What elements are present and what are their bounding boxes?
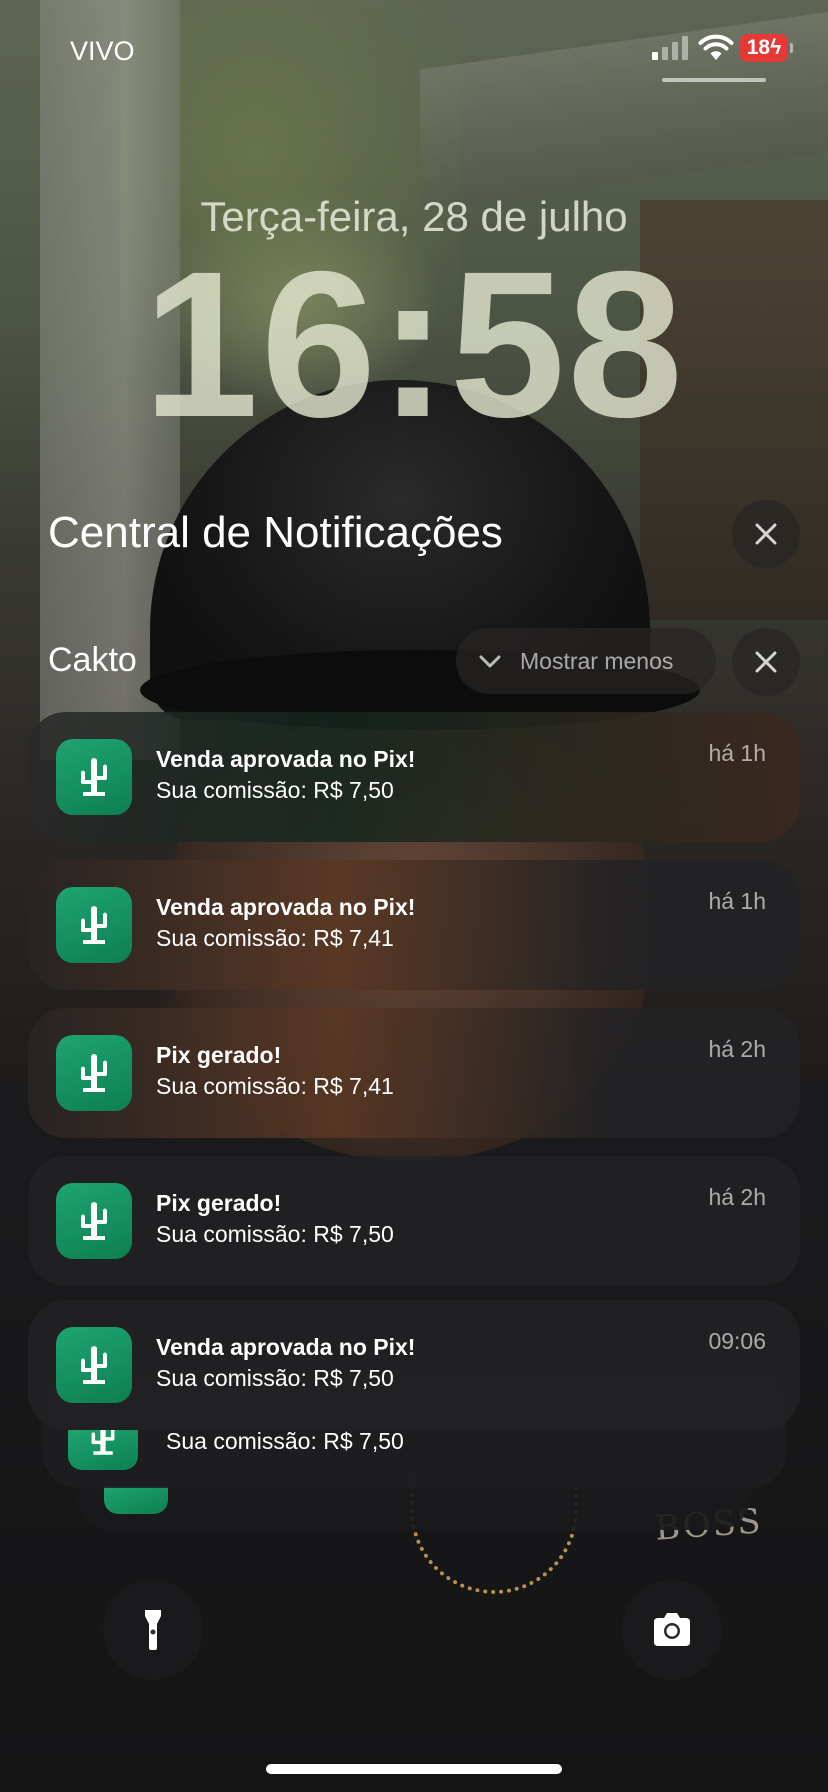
group-app-name: Cakto xyxy=(48,641,137,679)
show-less-button[interactable]: Mostrar menos xyxy=(456,628,716,694)
notification-center-title: Central de Notificações xyxy=(48,508,503,557)
notification-card[interactable]: Venda aprovada no Pix! Sua comissão: R$ 7… xyxy=(28,712,800,842)
close-icon xyxy=(755,523,777,545)
notification-body: Sua comissão: R$ 7,50 xyxy=(156,1365,394,1391)
cactus-icon xyxy=(56,1327,132,1403)
notification-card[interactable]: Pix gerado! Sua comissão: R$ 7,50 há 2h xyxy=(28,1156,800,1286)
notification-body: Sua comissão: R$ 7,50 xyxy=(166,1428,404,1454)
notification-title: Venda aprovada no Pix! xyxy=(156,1334,416,1360)
notification-card[interactable]: Pix gerado! Sua comissão: R$ 7,41 há 2h xyxy=(28,1008,800,1138)
control-center-indicator[interactable] xyxy=(662,78,766,82)
notification-title: Pix gerado! xyxy=(156,1190,282,1216)
battery-icon: 18ϟ xyxy=(740,34,793,62)
camera-icon xyxy=(654,1613,690,1646)
cellular-signal-icon xyxy=(652,36,688,60)
show-less-label: Mostrar menos xyxy=(520,647,674,674)
cactus-icon xyxy=(56,1035,132,1111)
cactus-icon xyxy=(68,1430,138,1470)
notification-title: Venda aprovada no Pix! xyxy=(156,894,416,920)
close-icon xyxy=(755,651,777,673)
flashlight-icon xyxy=(145,1610,161,1650)
status-bar: VIVO 18ϟ xyxy=(0,0,828,100)
notification-time: há 1h xyxy=(708,888,766,914)
notification-time: há 1h xyxy=(708,740,766,766)
notification-body: Sua comissão: R$ 7,50 xyxy=(156,1221,394,1247)
notification-title: Pix gerado! xyxy=(156,1042,282,1068)
notification-title: Venda aprovada no Pix! xyxy=(156,746,416,772)
clear-group-button[interactable] xyxy=(732,628,800,696)
notification-body: Sua comissão: R$ 7,41 xyxy=(156,1073,394,1099)
notification-card[interactable]: Venda aprovada no Pix! Sua comissão: R$ 7… xyxy=(28,1300,800,1430)
notification-time: há 2h xyxy=(708,1184,766,1210)
notification-body: Sua comissão: R$ 7,41 xyxy=(156,925,394,951)
flashlight-button[interactable] xyxy=(103,1580,203,1680)
notification-time: 09:06 xyxy=(708,1328,766,1354)
notification-time: há 2h xyxy=(708,1036,766,1062)
cactus-icon xyxy=(56,887,132,963)
notification-body: Sua comissão: R$ 7,50 xyxy=(156,777,394,803)
camera-button[interactable] xyxy=(622,1580,722,1680)
home-indicator[interactable] xyxy=(266,1764,562,1774)
lock-time: 16:58 xyxy=(143,229,685,461)
chevron-down-icon xyxy=(479,655,501,668)
notification-card[interactable]: Venda aprovada no Pix! Sua comissão: R$ 7… xyxy=(28,860,800,990)
clear-all-button[interactable] xyxy=(732,500,800,568)
cactus-icon xyxy=(56,1183,132,1259)
cactus-icon xyxy=(104,1486,168,1514)
wifi-icon xyxy=(698,34,734,60)
battery-level: 18 xyxy=(746,36,771,59)
carrier-name: VIVO xyxy=(70,36,135,66)
cactus-icon xyxy=(56,739,132,815)
